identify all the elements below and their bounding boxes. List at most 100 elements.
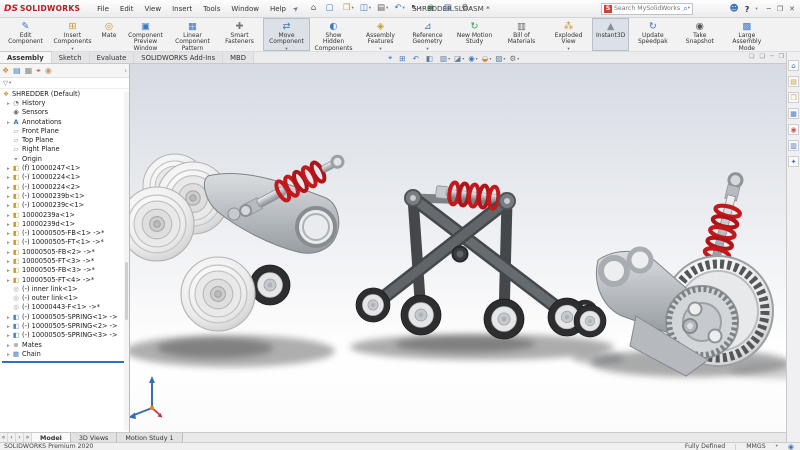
menu-window[interactable]: Window <box>226 3 264 15</box>
ribbon-tab-sketch[interactable]: Sketch <box>51 52 90 63</box>
apply-scene-button[interactable]: ▾ <box>495 54 505 63</box>
design-library-tab[interactable] <box>788 76 799 87</box>
search-caret-icon[interactable]: ▾ <box>688 6 690 11</box>
tree-item-10000505-ft-3[interactable]: 10000505-FT<3> ->* <box>0 256 129 265</box>
ribbon-tab-mbd[interactable]: MBD <box>223 52 254 63</box>
tree-item-10000505-spring-2[interactable]: (-) 10000505-SPRING<2> -> <box>0 321 129 330</box>
bill-of-materials-button[interactable]: Bill of Materials <box>498 18 545 51</box>
reference-geometry-button[interactable]: Reference Geometry <box>404 18 451 51</box>
tree-item-10000505-fb-3[interactable]: 10000505-FB<3> ->* <box>0 266 129 275</box>
edit-appearance-button[interactable]: ▾ <box>482 54 491 63</box>
tree-item-10000224-2[interactable]: (-) 10000224<2> <box>0 182 129 191</box>
smart-fasteners-button[interactable]: Smart Fasteners <box>216 18 263 51</box>
zoom-to-area-button[interactable]: ▾ <box>399 54 408 63</box>
open-button[interactable]: ▾ <box>341 3 356 14</box>
tree-item-10000239c-1[interactable]: (-) 10000239c<1> <box>0 201 129 210</box>
tree-item-10000505-ft-4[interactable]: 10000505-FT<4> ->* <box>0 275 129 284</box>
menu-edit[interactable]: Edit <box>115 3 139 15</box>
component-preview-window-button[interactable]: Component Preview Window <box>122 18 169 51</box>
menu-help[interactable]: Help <box>265 3 291 15</box>
previous-view-button[interactable]: ▾ <box>413 54 422 63</box>
take-snapshot-button[interactable]: Take Snapshot <box>676 18 723 51</box>
pin-menu-icon[interactable]: ➤ <box>291 4 301 14</box>
section-view-button[interactable]: ▾ <box>426 54 436 63</box>
display-style-button[interactable]: ▾ <box>454 54 464 63</box>
first-tab-nav-button[interactable] <box>0 433 8 442</box>
tree-item-10000505-spring-3[interactable]: (-) 10000505-SPRING<3> -> <box>0 331 129 340</box>
tree-item-10000505-spring-1[interactable]: (-) 10000505-SPRING<1> -> <box>0 312 129 321</box>
zoom-to-fit-button[interactable]: ▾ <box>388 53 395 63</box>
doc-float-doc-button[interactable] <box>749 53 754 60</box>
tree-item-10000239b-1[interactable]: (-) 10000239b<1> <box>0 191 129 200</box>
tree-item-right-plane[interactable]: Right Plane <box>0 145 129 154</box>
configuration-manager-tab[interactable] <box>25 66 33 76</box>
graphics-area[interactable] <box>130 64 786 432</box>
feature-tree-scrollbar[interactable] <box>124 92 129 430</box>
home-button[interactable]: ▾ <box>309 3 322 14</box>
close-window-button[interactable] <box>786 4 798 14</box>
tree-item-10000505-fb-2[interactable]: 10000505-FB<2> ->* <box>0 247 129 256</box>
exploded-view-button[interactable]: Exploded View <box>545 18 592 51</box>
tree-item-sensors[interactable]: Sensors <box>0 108 129 117</box>
help-button[interactable]: ? <box>745 5 750 14</box>
doc-dock-doc-button[interactable] <box>760 53 765 60</box>
tree-item-chain[interactable]: Chain <box>0 349 129 358</box>
print-button[interactable]: ▾ <box>375 3 390 14</box>
edit-component-button[interactable]: Edit Component <box>2 18 49 51</box>
custom-properties-tab[interactable] <box>788 140 799 151</box>
tree-item-10000505-fb-1[interactable]: (-) 10000505-FB<1> ->* <box>0 228 129 237</box>
tree-item-top-plane[interactable]: Top Plane <box>0 135 129 144</box>
update-speedpak-button[interactable]: Update Speedpak <box>629 18 676 51</box>
view-palette-tab[interactable] <box>788 108 799 119</box>
menu-insert[interactable]: Insert <box>167 3 197 15</box>
tree-item-origin[interactable]: Origin <box>0 154 129 163</box>
status-context-icon[interactable] <box>788 443 794 450</box>
ribbon-tab-assembly[interactable]: Assembly <box>0 51 52 63</box>
linear-component-pattern-button[interactable]: Linear Component Pattern <box>169 18 216 51</box>
move-component-button[interactable]: Move Component <box>263 18 310 51</box>
dimxpert-manager-tab[interactable] <box>36 66 41 76</box>
appearances-scenes-tab[interactable] <box>788 124 799 135</box>
tree-item-10000224-1[interactable]: (-) 10000224<1> <box>0 173 129 182</box>
tree-item-history[interactable]: History <box>0 98 129 107</box>
rollback-bar[interactable] <box>2 360 126 363</box>
tree-item-f-10000247-1[interactable]: (f) 10000247<1> <box>0 163 129 172</box>
tree-item-10000443-f-1[interactable]: (-) 10000443-F<1> ->* <box>0 303 129 312</box>
tree-item-10000239a-1[interactable]: 10000239a<1> <box>0 210 129 219</box>
undo-button[interactable]: ▾ <box>392 3 406 14</box>
instant3d-button[interactable]: Instant3D <box>592 18 630 51</box>
large-assembly-mode-button[interactable]: Large Assembly Mode <box>723 18 770 51</box>
model-left-roller-tensioner[interactable] <box>130 150 347 332</box>
model-middle-scissor-linkage[interactable] <box>355 180 599 340</box>
tree-item-outer-link-1[interactable]: (-) outer link<1> <box>0 294 129 303</box>
menu-view[interactable]: View <box>139 3 166 15</box>
new-document-button[interactable]: ▾ <box>324 3 339 14</box>
tree-item-front-plane[interactable]: Front Plane <box>0 126 129 135</box>
menu-file[interactable]: File <box>92 3 114 15</box>
show-hidden-components-button[interactable]: Show Hidden Components <box>310 18 357 51</box>
help-caret-icon[interactable]: ▾ <box>755 7 757 12</box>
insert-components-button[interactable]: Insert Components <box>49 18 96 51</box>
filter-caret-icon[interactable]: ▾ <box>9 81 11 86</box>
assembly-features-button[interactable]: Assembly Features <box>357 18 404 51</box>
solidworks-forum-tab[interactable] <box>788 156 799 167</box>
restore-window-button[interactable] <box>774 4 786 14</box>
ribbon-tab-solidworks-add-ins[interactable]: SOLIDWORKS Add-Ins <box>134 52 224 63</box>
save-button[interactable]: ▾ <box>358 3 373 14</box>
minimize-window-button[interactable] <box>764 4 774 14</box>
new-motion-study-button[interactable]: New Motion Study <box>451 18 498 51</box>
file-explorer-tab[interactable] <box>788 92 799 103</box>
next-tab-nav-button[interactable] <box>16 433 24 442</box>
panel-tabs-overflow-icon[interactable]: › <box>124 67 127 75</box>
view-orientation-button[interactable]: ▾ <box>440 54 450 63</box>
solidworks-resources-tab[interactable] <box>788 60 799 71</box>
units-selector[interactable]: MMGS <box>746 443 765 450</box>
last-tab-nav-button[interactable] <box>24 433 32 442</box>
tree-item-inner-link-1[interactable]: (-) inner link<1> <box>0 284 129 293</box>
tree-filter[interactable]: ▾ <box>0 78 129 89</box>
viewport-canvas[interactable] <box>130 64 786 432</box>
units-caret-icon[interactable]: ▾ <box>776 444 778 449</box>
hide-show-items-button[interactable]: ▾ <box>468 54 478 63</box>
doc-tab-3d-views[interactable]: 3D Views <box>70 433 118 442</box>
display-manager-tab[interactable] <box>45 66 52 76</box>
